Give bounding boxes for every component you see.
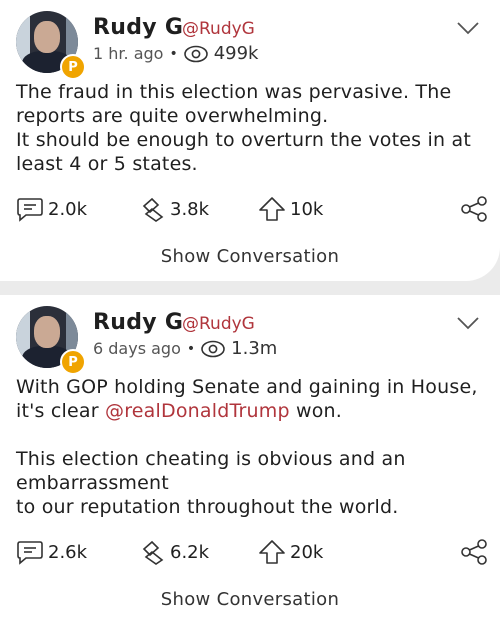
share-button[interactable]: [460, 539, 488, 565]
upvote-count: 20k: [290, 541, 324, 563]
post-time: 1 hr. ago: [93, 44, 164, 63]
upvote-icon: [258, 539, 286, 565]
post-card: P Rudy G @RudyG 1 hr. ago • 499k The fra…: [0, 0, 500, 281]
post-time: 6 days ago: [93, 339, 181, 358]
mention-link[interactable]: @realDonaldTrump: [105, 400, 290, 422]
comment-icon: [16, 196, 44, 222]
repost-icon: [138, 196, 166, 222]
view-count: 1.3m: [231, 338, 278, 359]
share-icon: [460, 539, 488, 565]
separator-dot: •: [169, 45, 178, 62]
action-bar: 2.0k 3.8k 10k: [16, 196, 488, 224]
comment-button[interactable]: 2.6k: [16, 539, 87, 565]
action-bar: 2.6k 6.2k 20k: [16, 539, 488, 567]
comment-icon: [16, 539, 44, 565]
post-text: The fraud in this election was pervasive…: [16, 81, 471, 175]
repost-icon: [138, 539, 166, 565]
repost-button[interactable]: 3.8k: [138, 196, 209, 222]
repost-count: 6.2k: [170, 541, 210, 563]
chevron-down-icon[interactable]: [456, 20, 480, 39]
verified-badge: P: [60, 54, 86, 80]
comment-button[interactable]: 2.0k: [16, 196, 87, 222]
repost-button[interactable]: 6.2k: [138, 539, 209, 565]
eye-icon: [183, 45, 208, 63]
post-meta: 1 hr. ago • 499k: [93, 43, 258, 64]
post-card: P Rudy G @RudyG 6 days ago • 1.3m With G…: [0, 295, 500, 626]
comment-count: 2.6k: [48, 541, 88, 563]
author-name[interactable]: Rudy G: [93, 310, 183, 335]
upvote-button[interactable]: 10k: [258, 196, 323, 222]
post-meta: 6 days ago • 1.3m: [93, 338, 277, 359]
view-count: 499k: [213, 43, 259, 64]
show-conversation-button[interactable]: Show Conversation: [0, 246, 500, 267]
comment-count: 2.0k: [48, 198, 88, 220]
author-handle[interactable]: @RudyG: [182, 19, 255, 39]
upvote-icon: [258, 196, 286, 222]
share-button[interactable]: [460, 196, 488, 222]
chevron-down-icon[interactable]: [456, 315, 480, 334]
eye-icon: [201, 340, 225, 358]
show-conversation-button[interactable]: Show Conversation: [0, 589, 500, 610]
upvote-count: 10k: [290, 198, 324, 220]
share-icon: [460, 196, 488, 222]
repost-count: 3.8k: [170, 198, 210, 220]
author-handle[interactable]: @RudyG: [182, 314, 255, 334]
separator-dot: •: [186, 340, 196, 357]
upvote-button[interactable]: 20k: [258, 539, 323, 565]
post-text: With GOP holding Senate and gaining in H…: [16, 375, 486, 519]
author-name[interactable]: Rudy G: [93, 15, 183, 40]
verified-badge: P: [60, 349, 86, 375]
